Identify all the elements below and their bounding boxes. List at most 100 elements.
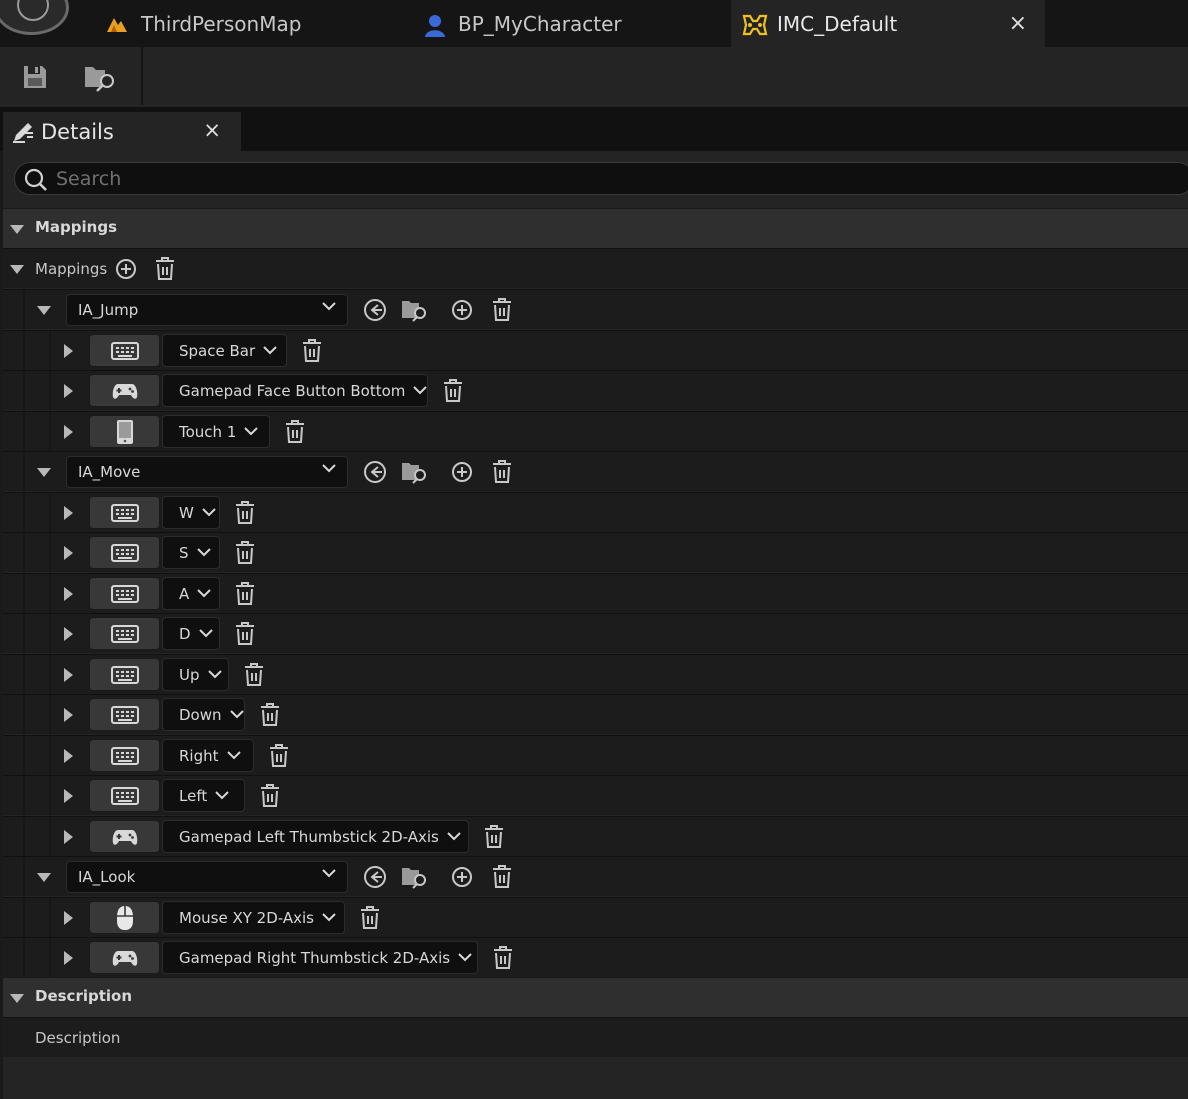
delete-key-button[interactable]	[301, 339, 323, 363]
details-panel-tab[interactable]: Details ×	[3, 112, 241, 151]
unreal-logo-icon[interactable]	[0, 0, 69, 35]
collapse-arrow-icon[interactable]	[37, 306, 51, 315]
expand-arrow-icon[interactable]	[64, 506, 73, 520]
key-combo[interactable]: Down	[162, 698, 245, 731]
input-action-name: IA_Move	[78, 463, 141, 481]
description-category-header[interactable]: Description	[3, 977, 1188, 1017]
expand-arrow-icon[interactable]	[64, 344, 73, 358]
key-combo[interactable]: Gamepad Left Thumbstick 2D-Axis	[162, 820, 469, 853]
gamepad-icon	[112, 828, 138, 846]
expand-arrow-icon[interactable]	[64, 627, 73, 641]
delete-action-button[interactable]	[491, 865, 513, 889]
add-key-button[interactable]	[451, 461, 473, 483]
key-selector-button[interactable]	[89, 658, 160, 691]
close-tab-button[interactable]: ×	[1009, 11, 1027, 36]
delete-key-button[interactable]	[259, 703, 281, 727]
mappings-category-header[interactable]: Mappings	[3, 208, 1188, 248]
use-selected-button[interactable]	[362, 864, 388, 890]
key-selector-button[interactable]	[89, 901, 160, 934]
delete-key-button[interactable]	[234, 501, 256, 525]
add-key-button[interactable]	[451, 299, 473, 321]
key-selector-button[interactable]	[89, 739, 160, 772]
delete-key-button[interactable]	[259, 784, 281, 808]
browse-action-button[interactable]	[401, 459, 429, 485]
use-selected-button[interactable]	[362, 297, 388, 323]
input-action-combo[interactable]: IA_Look	[66, 861, 348, 893]
key-selector-button[interactable]	[89, 415, 160, 448]
key-combo[interactable]: Up	[162, 658, 229, 691]
delete-key-button[interactable]	[234, 541, 256, 565]
key-combo[interactable]: A	[162, 577, 220, 610]
key-selector-button[interactable]	[89, 698, 160, 731]
clear-mappings-button[interactable]	[154, 257, 176, 281]
delete-key-button[interactable]	[442, 379, 464, 403]
tab-third-person-map[interactable]: ThirdPersonMap	[105, 0, 405, 47]
key-selector-button[interactable]	[89, 374, 160, 407]
browse-to-asset-button[interactable]	[82, 59, 118, 95]
expand-arrow-icon[interactable]	[64, 425, 73, 439]
expand-arrow-icon[interactable]	[64, 587, 73, 601]
add-mapping-button[interactable]	[115, 258, 137, 280]
collapse-arrow-icon[interactable]	[10, 265, 24, 274]
save-button[interactable]	[17, 59, 53, 95]
collapse-arrow-icon[interactable]	[37, 468, 51, 477]
expand-arrow-icon[interactable]	[64, 911, 73, 925]
expand-arrow-icon[interactable]	[64, 546, 73, 560]
key-combo[interactable]: W	[162, 496, 220, 529]
indent-guide	[49, 898, 51, 937]
close-details-button[interactable]: ×	[203, 118, 221, 142]
delete-key-button[interactable]	[234, 582, 256, 606]
browse-action-button[interactable]	[401, 297, 429, 323]
tab-imc-default[interactable]: IMC_Default ×	[731, 0, 1045, 47]
key-combo[interactable]: D	[162, 617, 220, 650]
key-selector-button[interactable]	[89, 577, 160, 610]
delete-key-button[interactable]	[359, 906, 381, 930]
collapse-arrow-icon[interactable]	[10, 225, 24, 234]
collapse-arrow-icon[interactable]	[37, 873, 51, 882]
delete-key-button[interactable]	[492, 946, 514, 970]
expand-arrow-icon[interactable]	[64, 668, 73, 682]
delete-action-button[interactable]	[491, 460, 513, 484]
use-selected-button[interactable]	[362, 459, 388, 485]
collapse-arrow-icon[interactable]	[10, 994, 24, 1003]
key-combo[interactable]: Gamepad Right Thumbstick 2D-Axis	[162, 941, 478, 974]
expand-arrow-icon[interactable]	[64, 384, 73, 398]
add-key-button[interactable]	[451, 866, 473, 888]
expand-arrow-icon[interactable]	[64, 789, 73, 803]
delete-key-button[interactable]	[268, 744, 290, 768]
chevron-down-icon	[447, 831, 461, 842]
expand-arrow-icon[interactable]	[64, 951, 73, 965]
delete-key-button[interactable]	[243, 663, 265, 687]
key-selector-button[interactable]	[89, 617, 160, 650]
input-action-combo[interactable]: IA_Move	[66, 456, 348, 488]
key-selector-button[interactable]	[89, 820, 160, 853]
browse-icon	[401, 297, 429, 323]
search-input[interactable]	[56, 165, 1056, 192]
key-selector-button[interactable]	[89, 496, 160, 529]
expand-arrow-icon[interactable]	[64, 830, 73, 844]
toolbar-separator	[141, 47, 143, 105]
delete-key-button[interactable]	[234, 622, 256, 646]
key-combo[interactable]: Gamepad Face Button Bottom	[162, 374, 428, 407]
delete-key-button[interactable]	[483, 825, 505, 849]
delete-key-button[interactable]	[284, 420, 306, 444]
key-selector-button[interactable]	[89, 779, 160, 812]
tab-bp-my-character[interactable]: BP_MyCharacter	[422, 0, 722, 47]
expand-arrow-icon[interactable]	[64, 708, 73, 722]
key-combo[interactable]: Touch 1	[162, 415, 270, 448]
browse-action-button[interactable]	[401, 864, 429, 890]
key-selector-button[interactable]	[89, 536, 160, 569]
input-action-combo[interactable]: IA_Jump	[66, 294, 348, 326]
expand-arrow-icon[interactable]	[64, 749, 73, 763]
chevron-down-icon	[322, 912, 336, 923]
key-combo[interactable]: S	[162, 536, 220, 569]
key-selector-button[interactable]	[89, 941, 160, 974]
delete-action-button[interactable]	[491, 298, 513, 322]
trash-icon	[268, 744, 290, 768]
key-combo[interactable]: Space Bar	[162, 334, 287, 367]
key-combo[interactable]: Right	[162, 739, 254, 772]
indent-guide	[23, 817, 25, 856]
key-selector-button[interactable]	[89, 334, 160, 367]
key-combo[interactable]: Left	[162, 779, 245, 812]
key-combo[interactable]: Mouse XY 2D-Axis	[162, 901, 345, 934]
